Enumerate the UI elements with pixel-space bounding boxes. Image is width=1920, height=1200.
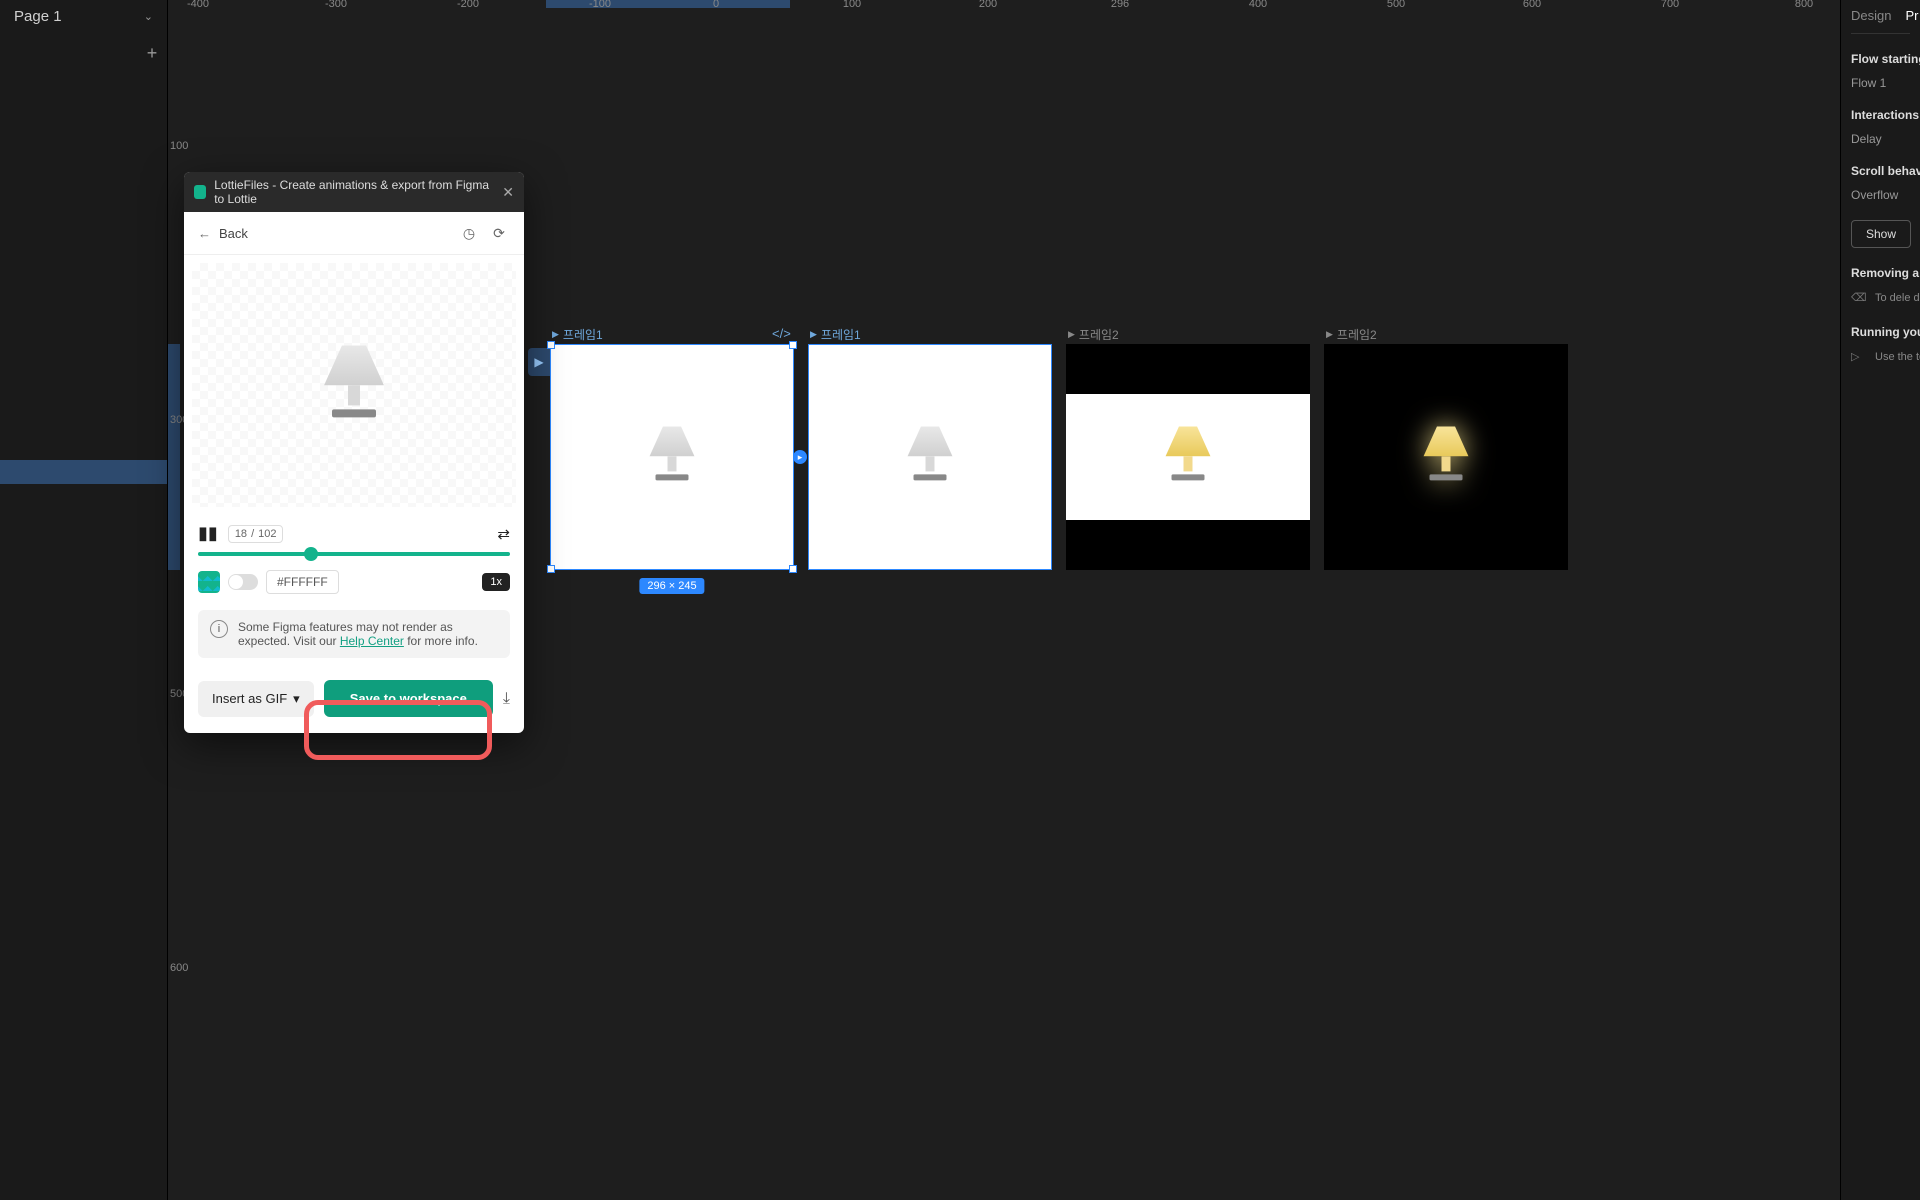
tab-prototype[interactable]: Pr [1905, 8, 1918, 23]
animation-preview [184, 255, 524, 515]
interaction-delay[interactable]: Delay [1851, 132, 1910, 146]
info-icon: i [210, 620, 228, 638]
bg-toggle[interactable] [228, 574, 258, 590]
selection-handle[interactable] [789, 565, 797, 573]
section-interactions: Interactions [1851, 108, 1910, 122]
ruler-tick: -300 [325, 0, 347, 10]
selection-handle[interactable] [789, 341, 797, 349]
ruler-tick: 600 [170, 962, 188, 974]
close-icon[interactable]: ✕ [502, 184, 514, 201]
frame-label[interactable]: ▶프레임1 [552, 326, 603, 343]
chevron-down-icon: ▾ [293, 691, 300, 707]
page-label: Page 1 [14, 8, 62, 25]
plugin-title-text: LottieFiles - Create animations & export… [214, 178, 494, 206]
frame-counter[interactable]: 18 / 102 [228, 525, 284, 543]
selection-handle[interactable] [547, 341, 555, 349]
overflow-row[interactable]: Overflow [1851, 188, 1910, 202]
frame-1[interactable] [550, 344, 794, 570]
run-hint: ▷Use the to play are no button presen [1851, 349, 1910, 366]
back-arrow-icon[interactable]: ← [198, 226, 211, 241]
download-icon[interactable]: ⤓ [503, 690, 510, 708]
lamp-on-icon [1166, 426, 1211, 480]
lottiefiles-plugin-panel: LottieFiles - Create animations & export… [184, 172, 524, 733]
speed-selector[interactable]: 1x [482, 573, 510, 591]
frame-2[interactable] [808, 344, 1052, 570]
plugin-toolbar: ← Back ◷ ⟳ [184, 212, 524, 255]
ruler-tick: 200 [979, 0, 997, 10]
ruler-tick: 700 [1661, 0, 1679, 10]
frame-3[interactable] [1066, 344, 1310, 570]
section-scroll: Scroll behavi [1851, 164, 1910, 178]
dimension-label: 296 × 245 [639, 578, 704, 594]
embed-icon[interactable]: </> [772, 326, 791, 341]
play-icon: ▷ [1851, 349, 1867, 366]
ruler-tick: -100 [589, 0, 611, 10]
add-page-button[interactable]: + [140, 41, 164, 65]
page-row[interactable]: Page 1 ⌄ [0, 0, 167, 33]
show-prototype-button[interactable]: Show [1851, 220, 1911, 248]
lottiefiles-logo-icon [194, 185, 206, 199]
insert-gif-button[interactable]: Insert as GIF▾ [198, 681, 314, 717]
timeline-track[interactable] [198, 552, 510, 556]
playback-controls: ▮▮ 18 / 102 ⇄ [184, 515, 524, 552]
remove-hint: ⌫To dele drag on [1851, 290, 1910, 307]
lamp-preview-icon [324, 345, 384, 417]
warning-note: i Some Figma features may not render as … [198, 610, 510, 658]
panel-tabs: Design Pr [1851, 8, 1910, 34]
tab-design[interactable]: Design [1851, 8, 1891, 23]
section-remove: Removing a c [1851, 266, 1910, 280]
ruler-tick: 400 [1249, 0, 1267, 10]
layers-sidebar: Page 1 ⌄ + [0, 0, 168, 1200]
clock-icon[interactable]: ◷ [458, 222, 480, 244]
lamp-off-icon [908, 426, 953, 480]
flow-name[interactable]: Flow 1 [1851, 76, 1910, 90]
properties-panel: Design Pr Flow starting Flow 1 Interacti… [1840, 0, 1920, 1200]
ruler-tick: 100 [170, 140, 188, 152]
plugin-titlebar[interactable]: LottieFiles - Create animations & export… [184, 172, 524, 212]
ruler-horizontal: -400 -300 -200 -100 0 100 200 296 400 50… [168, 0, 1858, 8]
ruler-tick: 0 [713, 0, 719, 10]
help-center-link[interactable]: Help Center [340, 634, 404, 648]
lamp-glow-icon [1424, 426, 1469, 480]
ruler-tick: 100 [843, 0, 861, 10]
save-workspace-button[interactable]: Save to workspace [324, 680, 493, 717]
frame-label[interactable]: ▶프레임1 [810, 326, 861, 343]
section-flow: Flow starting [1851, 52, 1910, 66]
ruler-tick: 600 [1523, 0, 1541, 10]
refresh-icon[interactable]: ⟳ [488, 222, 510, 244]
chevron-down-icon: ⌄ [144, 10, 153, 23]
frame-4[interactable] [1324, 344, 1568, 570]
transparency-swatch-icon[interactable] [198, 571, 220, 593]
ruler-v-selection [168, 344, 180, 570]
selection-handle[interactable] [547, 565, 555, 573]
back-button[interactable]: Back [219, 226, 450, 241]
ruler-tick: 500 [1387, 0, 1405, 10]
ruler-tick: -200 [457, 0, 479, 10]
delete-icon: ⌫ [1851, 290, 1867, 307]
timeline[interactable] [184, 552, 524, 566]
ruler-tick: 296 [1111, 0, 1129, 10]
hex-input[interactable]: #FFFFFF [266, 570, 339, 594]
selected-layer-row[interactable] [0, 460, 167, 484]
pause-icon[interactable]: ▮▮ [198, 523, 218, 544]
loop-icon[interactable]: ⇄ [497, 525, 510, 543]
frame-label[interactable]: ▶프레임2 [1326, 326, 1377, 343]
ruler-tick: 800 [1795, 0, 1813, 10]
note-text: Some Figma features may not render as ex… [238, 620, 498, 648]
background-row: #FFFFFF 1x [184, 566, 524, 606]
ruler-tick: -400 [187, 0, 209, 10]
flow-start-badge[interactable]: ▶ [528, 348, 550, 376]
plugin-actions: Insert as GIF▾ Save to workspace ⤓ [184, 672, 524, 733]
timeline-thumb[interactable] [304, 547, 318, 561]
section-run: Running your [1851, 325, 1910, 339]
prototype-connection-icon[interactable]: ▸ [793, 450, 807, 464]
lamp-off-icon [650, 426, 695, 480]
frame-label[interactable]: ▶프레임2 [1068, 326, 1119, 343]
